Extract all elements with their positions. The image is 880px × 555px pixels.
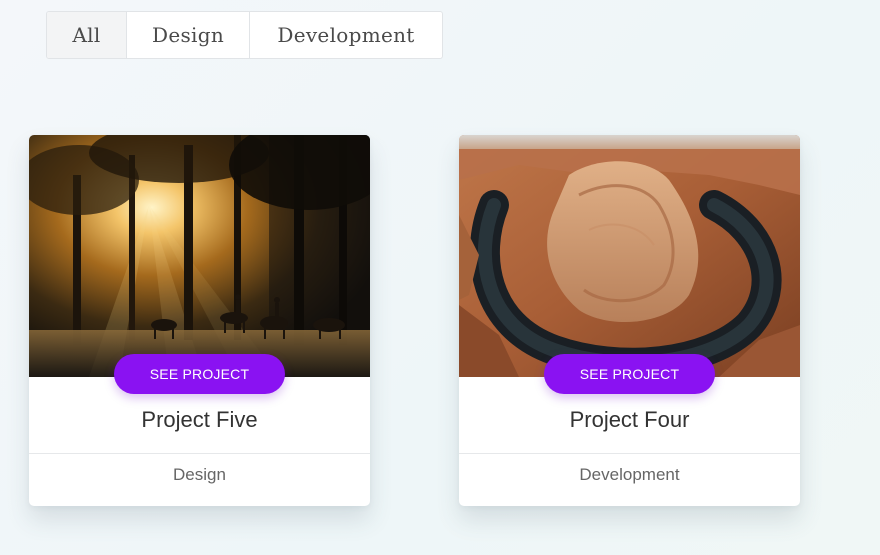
project-card: SEE PROJECT Project Four Development (459, 135, 800, 506)
project-title: Project Five (141, 407, 258, 432)
project-image-forest[interactable] (29, 135, 370, 377)
filter-all-button[interactable]: All (47, 12, 127, 58)
card-divider (459, 453, 800, 454)
project-image-canyon[interactable] (459, 135, 800, 377)
filter-design-button[interactable]: Design (127, 12, 250, 58)
project-category: Design (173, 465, 226, 484)
portfolio-filter-bar: All Design Development (46, 11, 443, 59)
forest-sunrise-image (29, 135, 370, 377)
filter-development-button[interactable]: Development (250, 12, 442, 58)
canyon-river-image (459, 135, 800, 377)
see-project-button[interactable]: SEE PROJECT (544, 354, 715, 394)
card-divider (29, 453, 370, 454)
project-card: SEE PROJECT Project Five Design (29, 135, 370, 506)
project-title: Project Four (569, 407, 690, 432)
project-category: Development (579, 465, 680, 484)
see-project-button[interactable]: SEE PROJECT (114, 354, 285, 394)
